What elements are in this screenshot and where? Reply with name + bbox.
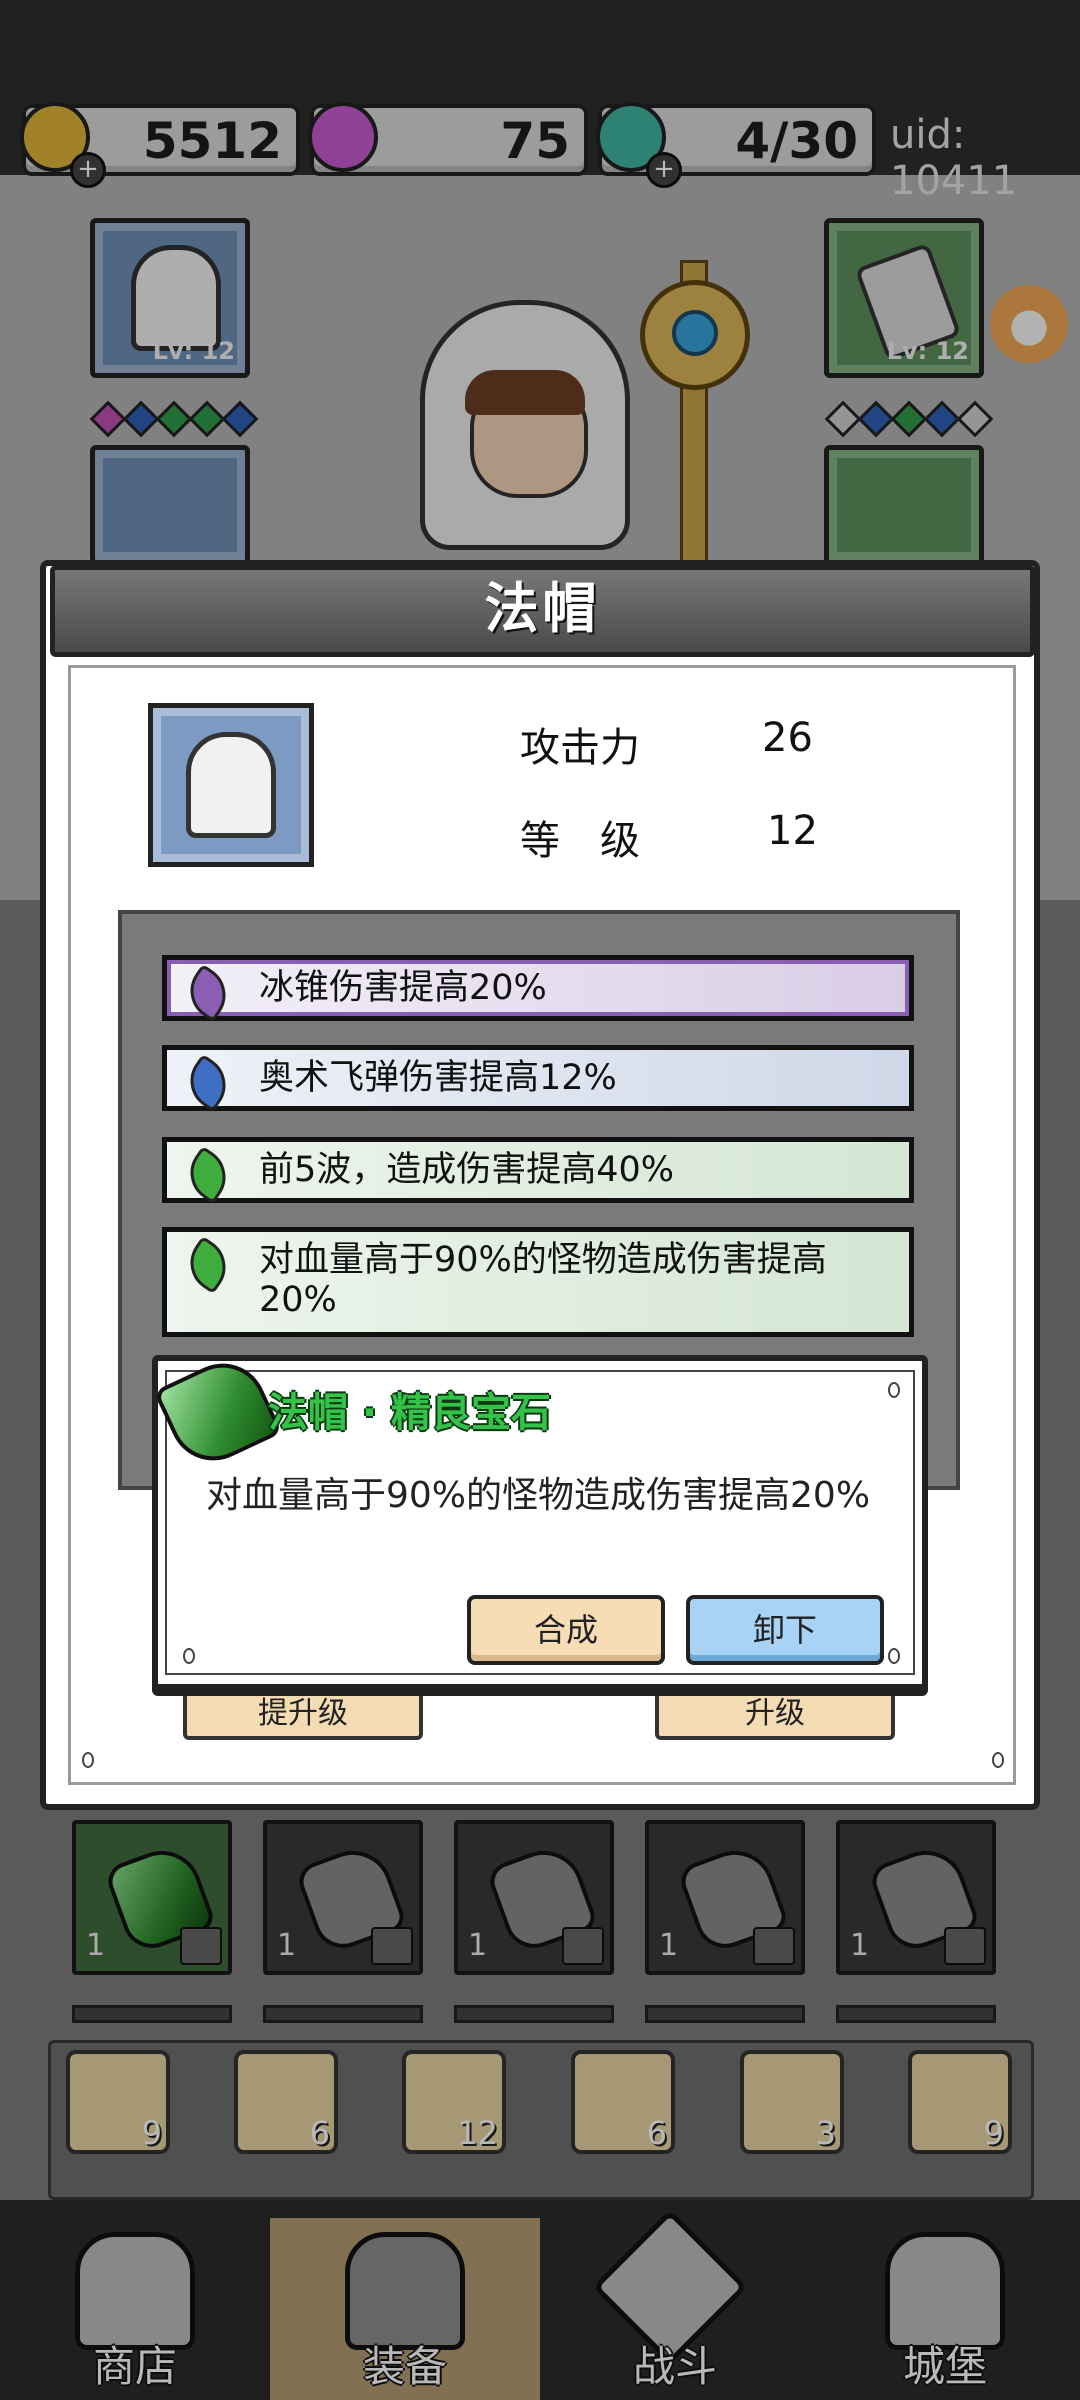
- dialog-title: 法帽: [484, 577, 601, 640]
- hood-icon: [186, 732, 276, 838]
- frame-rivet: [888, 1648, 900, 1664]
- upgrade-level-label: 提升级: [258, 1696, 348, 1731]
- attack-label: 攻击力: [520, 725, 640, 771]
- upgrade-label: 升级: [745, 1696, 805, 1731]
- effect-row: 奥术飞弹伤害提高12%: [162, 1045, 914, 1113]
- popup-title: 法帽 · 精良宝石: [268, 1390, 552, 1436]
- frame-rivet: [82, 1752, 94, 1768]
- attack-value: 26: [762, 715, 813, 761]
- item-icon: [148, 703, 314, 867]
- level-value: 12: [767, 808, 818, 854]
- effect-row: 前5波，造成伤害提高40%: [162, 1137, 914, 1205]
- effect-row[interactable]: 对血量高于90%的怪物造成伤害提高20%: [162, 1227, 914, 1337]
- blue-gem-icon: [178, 1053, 238, 1113]
- level-label: 等 级: [520, 818, 640, 864]
- effect-text: 对血量高于90%的怪物造成伤害提高20%: [259, 1240, 827, 1320]
- frame-rivet: [992, 1752, 1004, 1768]
- effect-text: 冰锥伤害提高20%: [259, 968, 547, 1008]
- green-gem-icon: [178, 1235, 238, 1295]
- frame-rivet: [183, 1648, 195, 1664]
- green-gem-icon: [178, 1145, 238, 1205]
- popup-description: 对血量高于90%的怪物造成伤害提高20%: [206, 1475, 871, 1516]
- purple-gem-icon: [178, 963, 238, 1023]
- unequip-button[interactable]: 卸下: [686, 1595, 884, 1665]
- effect-text: 前5波，造成伤害提高40%: [259, 1150, 675, 1190]
- synthesize-button[interactable]: 合成: [467, 1595, 665, 1665]
- frame-rivet: [888, 1382, 900, 1398]
- effect-row: 冰锥伤害提高20%: [162, 955, 914, 1023]
- effect-text: 奥术飞弹伤害提高12%: [259, 1058, 617, 1098]
- upgrade-level-button[interactable]: 提升级: [183, 1690, 423, 1740]
- upgrade-button[interactable]: 升级: [655, 1690, 895, 1740]
